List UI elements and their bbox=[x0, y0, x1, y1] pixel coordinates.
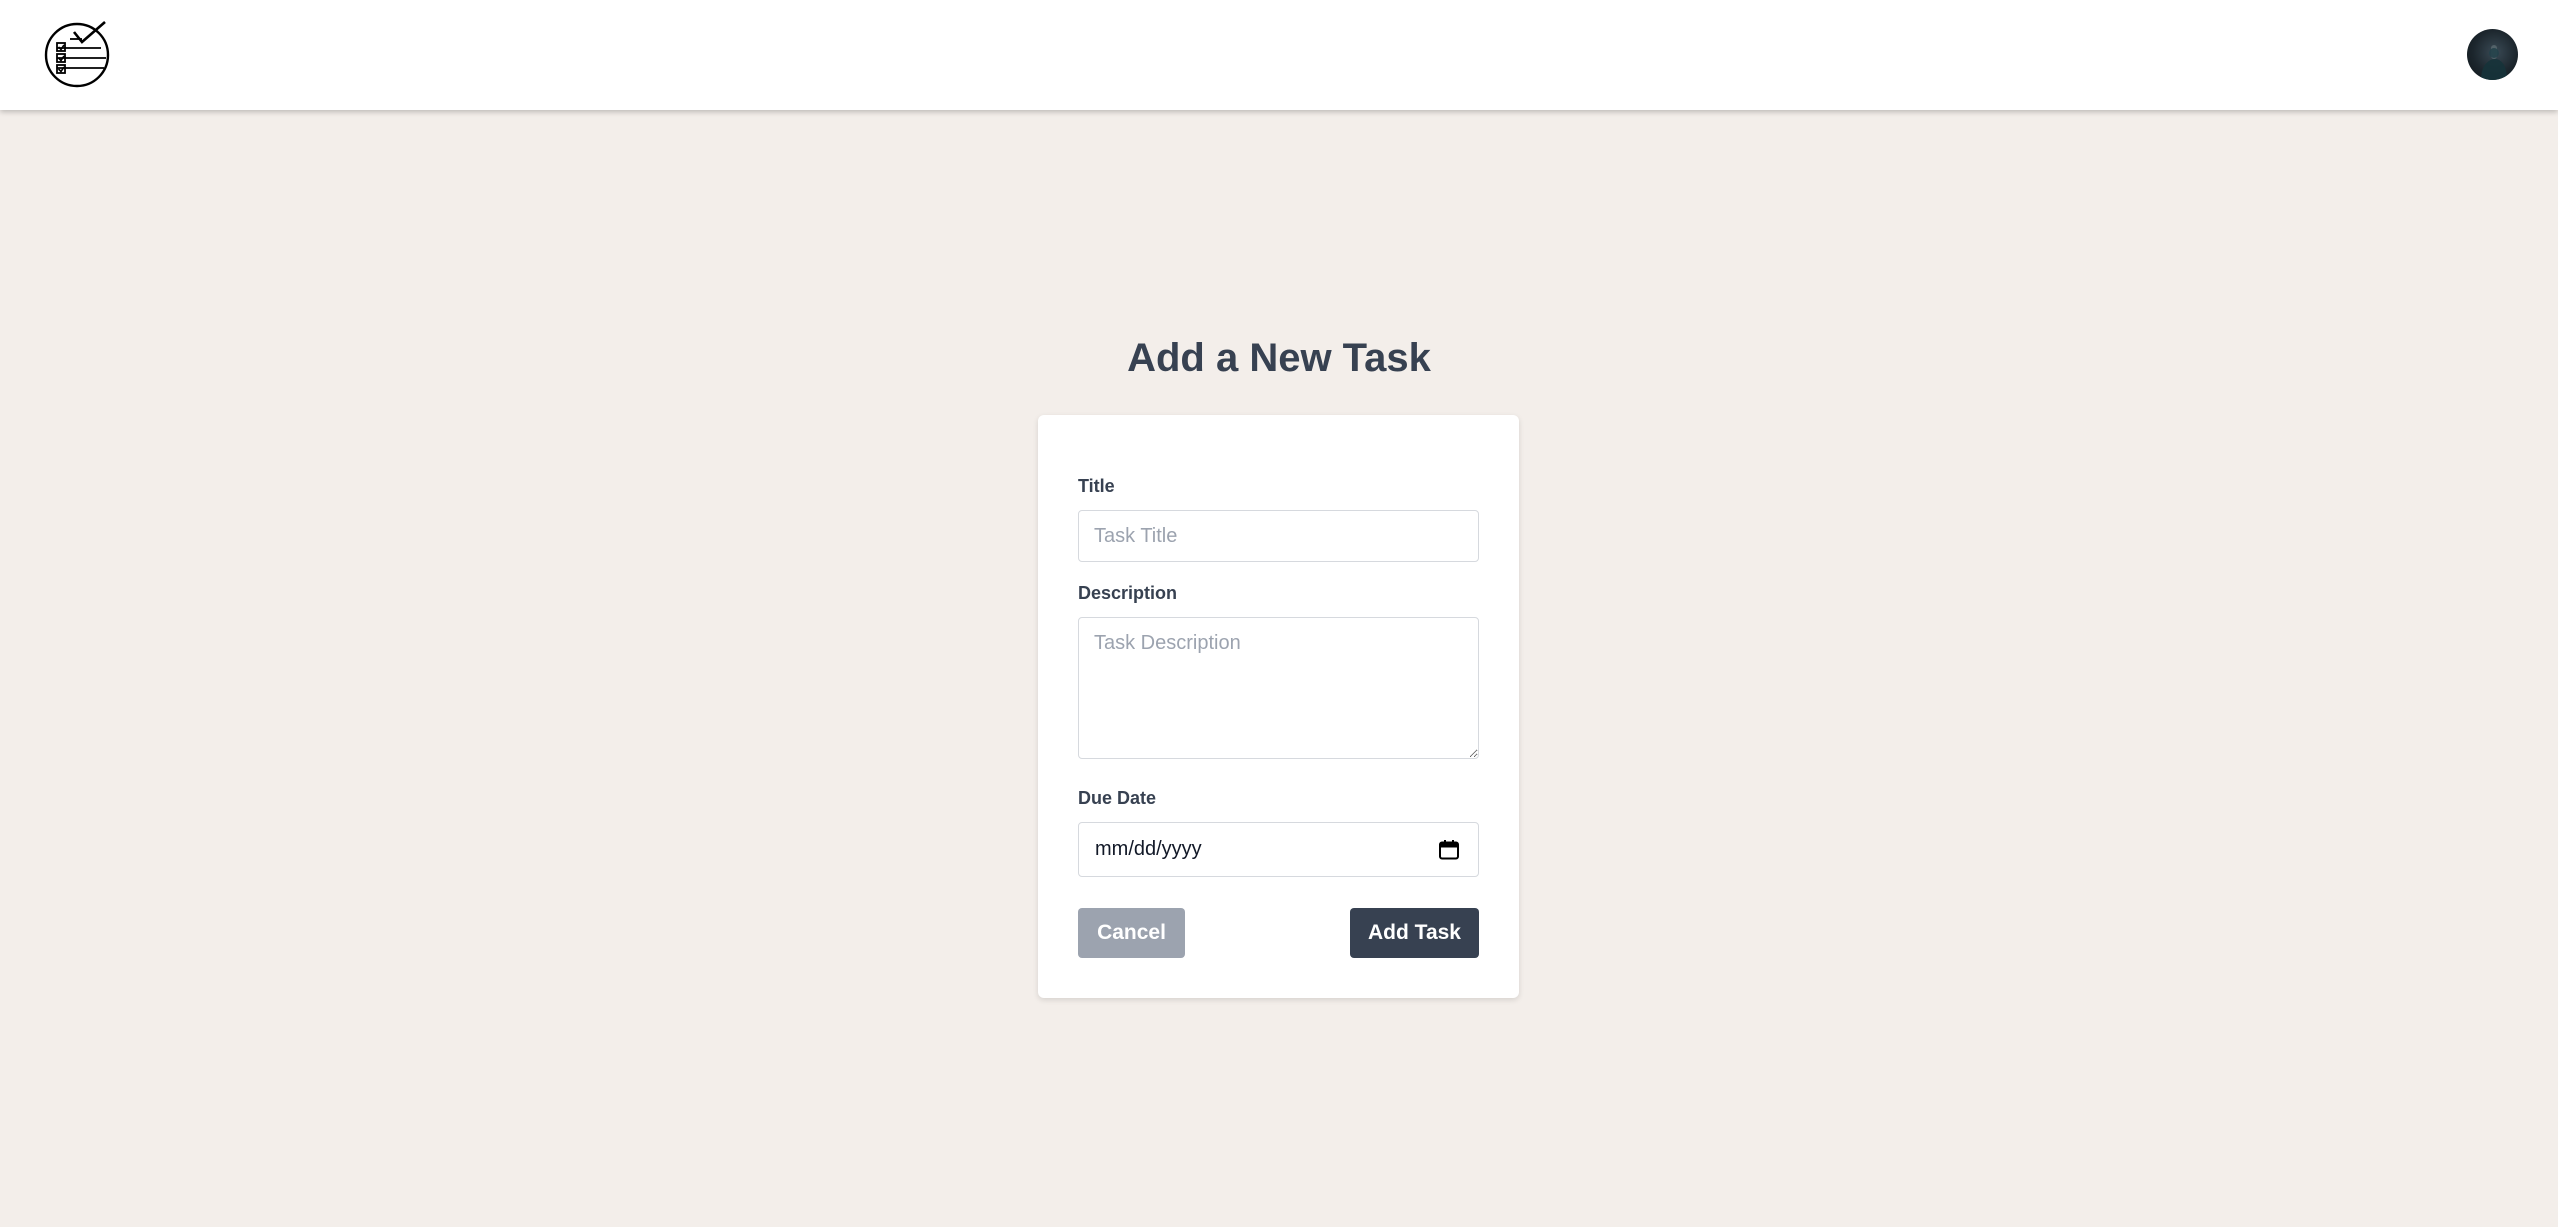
due-date-value: mm/dd/yyyy bbox=[1095, 838, 1202, 860]
top-navbar bbox=[0, 0, 2558, 110]
due-date-label: Due Date bbox=[1078, 788, 1157, 808]
cancel-button[interactable]: Cancel bbox=[1078, 908, 1185, 958]
calendar-icon[interactable] bbox=[1438, 839, 1460, 861]
add-task-button[interactable]: Add Task bbox=[1350, 908, 1479, 958]
add-task-form: Title Description Due Date mm/dd/yyyy Ca… bbox=[1038, 415, 1519, 998]
description-label: Description bbox=[1078, 583, 1178, 603]
checklist-logo-icon[interactable] bbox=[44, 20, 114, 90]
description-textarea[interactable] bbox=[1078, 617, 1479, 759]
page-title: Add a New Task bbox=[1127, 336, 1431, 380]
due-date-input[interactable]: mm/dd/yyyy bbox=[1078, 822, 1479, 877]
user-avatar[interactable] bbox=[2467, 29, 2518, 80]
title-label: Title bbox=[1078, 476, 1115, 496]
title-input[interactable] bbox=[1078, 510, 1479, 562]
